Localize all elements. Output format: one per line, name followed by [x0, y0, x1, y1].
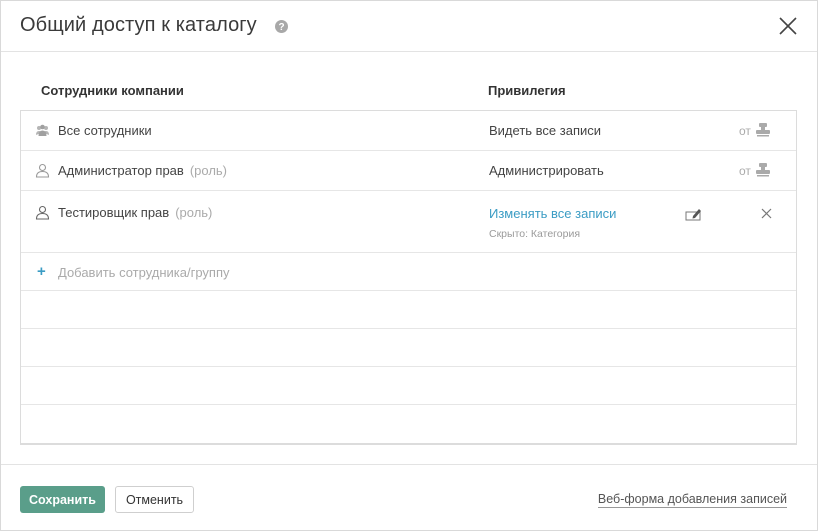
empty-row: [21, 291, 796, 329]
svg-text:?: ?: [278, 22, 284, 33]
row-privilege: Администрировать: [489, 163, 604, 178]
empty-row: [21, 329, 796, 367]
user-icon: [35, 205, 50, 220]
close-icon[interactable]: [777, 15, 799, 37]
save-button[interactable]: Сохранить: [20, 486, 105, 513]
employee-name: Все сотрудники: [58, 123, 152, 138]
row-privilege: Видеть все записи: [489, 123, 602, 138]
row-name: Тестировщик прав (роль): [58, 205, 212, 220]
role-tag: (роль): [189, 163, 228, 178]
owner-prefix: от: [739, 164, 751, 178]
column-header-employees: Сотрудники компании: [41, 83, 184, 98]
delete-icon[interactable]: [761, 208, 772, 219]
add-employee-link[interactable]: Добавить сотрудника/группу: [58, 265, 230, 280]
role-tag: (роль): [175, 205, 213, 220]
cancel-button[interactable]: Отменить: [115, 486, 194, 513]
row-name: Администратор прав (роль): [58, 163, 227, 178]
row-name: Все сотрудники: [58, 123, 152, 138]
hidden-fields-note: Скрыто: Категория: [489, 228, 581, 240]
stamp-icon: [756, 163, 770, 177]
table-row: Администратор прав (роль) Администрироват…: [21, 151, 796, 191]
employee-name: Тестировщик прав: [58, 205, 170, 220]
table-row: Все сотрудники Видеть все записи от: [21, 111, 796, 151]
add-employee-row[interactable]: + Добавить сотрудника/группу: [21, 253, 796, 291]
table-row: Тестировщик прав (роль) Изменять все запи…: [21, 191, 796, 253]
empty-row: [21, 367, 796, 405]
dialog-footer: Сохранить Отменить Веб-форма добавления …: [1, 464, 817, 530]
help-icon[interactable]: ?: [275, 20, 288, 33]
access-table: Все сотрудники Видеть все записи от Адми…: [20, 110, 797, 445]
employee-name: Администратор прав: [58, 163, 184, 178]
edit-icon[interactable]: [685, 207, 703, 221]
column-header-privilege: Привилегия: [488, 83, 566, 98]
webform-link[interactable]: Веб-форма добавления записей: [597, 492, 787, 508]
dialog-title: Общий доступ к каталогу: [20, 14, 257, 36]
stamp-icon: [756, 123, 770, 137]
privilege-link[interactable]: Изменять все записи: [489, 206, 616, 221]
share-catalog-dialog: Общий доступ к каталогу ? Сотрудники ком…: [0, 0, 818, 531]
owner-prefix: от: [739, 124, 751, 138]
dialog-header: Общий доступ к каталогу ?: [1, 1, 817, 52]
plus-icon[interactable]: +: [37, 263, 46, 280]
user-icon: [35, 163, 50, 178]
group-icon: [36, 124, 49, 136]
